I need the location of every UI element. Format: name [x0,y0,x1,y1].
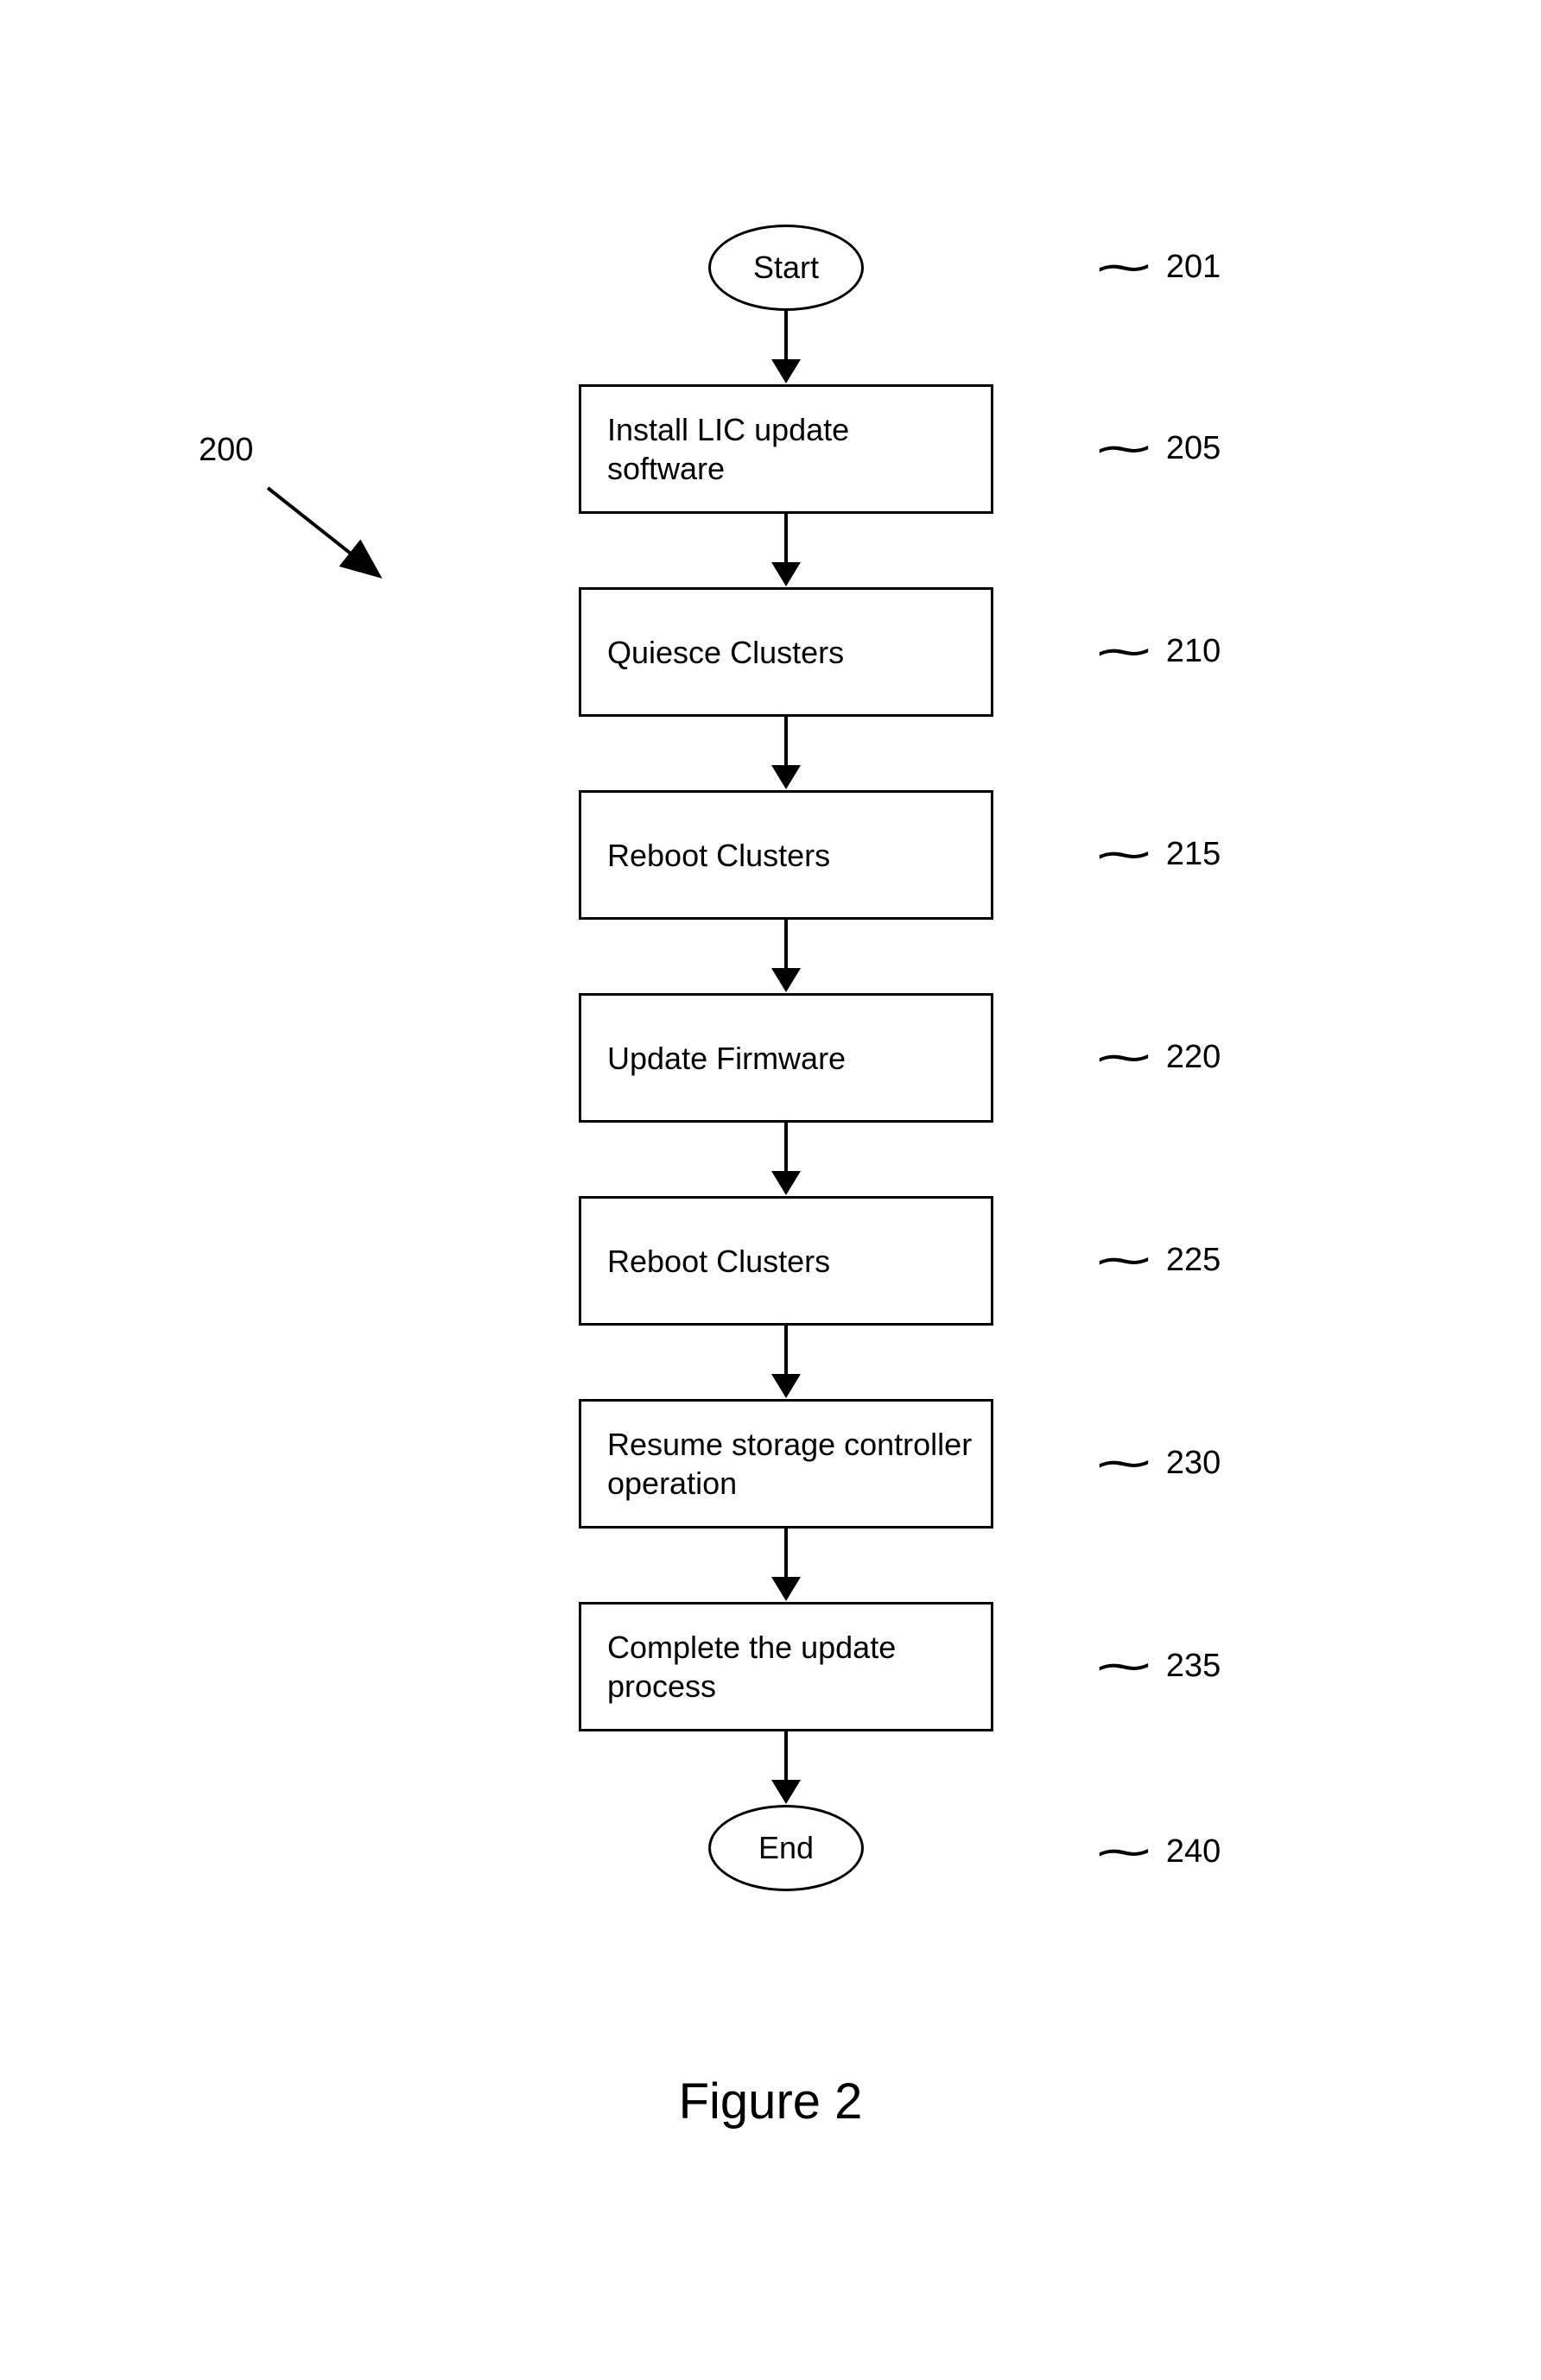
arrow-connector [553,1529,1019,1602]
tilde-icon: ∼ [1091,1641,1156,1691]
arrow-connector [553,1123,1019,1196]
arrow-connector [553,1731,1019,1805]
ref-225: ∼ 225 [1106,1235,1221,1285]
ref-240-text: 240 [1166,1833,1221,1870]
flowchart-container: Start Install LIC update software Quiesc… [553,225,1019,1891]
arrow-connector [553,311,1019,384]
complete-label: Complete the update process [607,1628,973,1706]
resume-label: Resume storage controller operation [607,1425,973,1503]
diagram-ref-text: 200 [199,432,253,468]
ref-235: ∼ 235 [1106,1641,1221,1691]
arrow-icon [259,479,397,592]
tilde-icon: ∼ [1091,1032,1156,1082]
tilde-icon: ∼ [1091,242,1156,292]
tilde-icon: ∼ [1091,1438,1156,1488]
ref-215: ∼ 215 [1106,829,1221,879]
arrow-connector [553,920,1019,993]
resume-step: Resume storage controller operation [579,1399,993,1529]
diagram-pointer-arrow [259,479,397,596]
ref-225-text: 225 [1166,1242,1221,1279]
quiesce-step: Quiesce Clusters [579,587,993,717]
firmware-label: Update Firmware [607,1039,846,1078]
ref-220-text: 220 [1166,1039,1221,1076]
install-label: Install LIC update software [607,410,973,488]
ref-201: ∼ 201 [1106,242,1221,292]
reboot2-label: Reboot Clusters [607,1242,830,1281]
figure-caption-text: Figure 2 [679,2073,863,2130]
start-terminator: Start [708,225,864,311]
firmware-step: Update Firmware [579,993,993,1123]
ref-210-text: 210 [1166,633,1221,670]
quiesce-label: Quiesce Clusters [607,633,844,672]
arrow-connector [553,514,1019,587]
tilde-icon: ∼ [1091,626,1156,676]
end-label: End [758,1830,814,1866]
tilde-icon: ∼ [1091,423,1156,473]
ref-230: ∼ 230 [1106,1438,1221,1488]
complete-step: Complete the update process [579,1602,993,1731]
figure-caption: Figure 2 [679,2073,863,2130]
ref-215-text: 215 [1166,836,1221,873]
start-label: Start [753,250,819,286]
ref-205-text: 205 [1166,430,1221,467]
diagram-reference-number: 200 [199,432,253,469]
ref-240: ∼ 240 [1106,1826,1221,1877]
end-terminator: End [708,1805,864,1891]
tilde-icon: ∼ [1091,829,1156,879]
arrow-connector [553,717,1019,790]
install-step: Install LIC update software [579,384,993,514]
ref-201-text: 201 [1166,249,1221,286]
reboot1-label: Reboot Clusters [607,836,830,875]
tilde-icon: ∼ [1091,1235,1156,1285]
reboot2-step: Reboot Clusters [579,1196,993,1326]
reboot1-step: Reboot Clusters [579,790,993,920]
arrow-connector [553,1326,1019,1399]
ref-230-text: 230 [1166,1445,1221,1482]
ref-235-text: 235 [1166,1648,1221,1685]
ref-220: ∼ 220 [1106,1032,1221,1082]
tilde-icon: ∼ [1091,1826,1156,1877]
ref-205: ∼ 205 [1106,423,1221,473]
ref-210: ∼ 210 [1106,626,1221,676]
